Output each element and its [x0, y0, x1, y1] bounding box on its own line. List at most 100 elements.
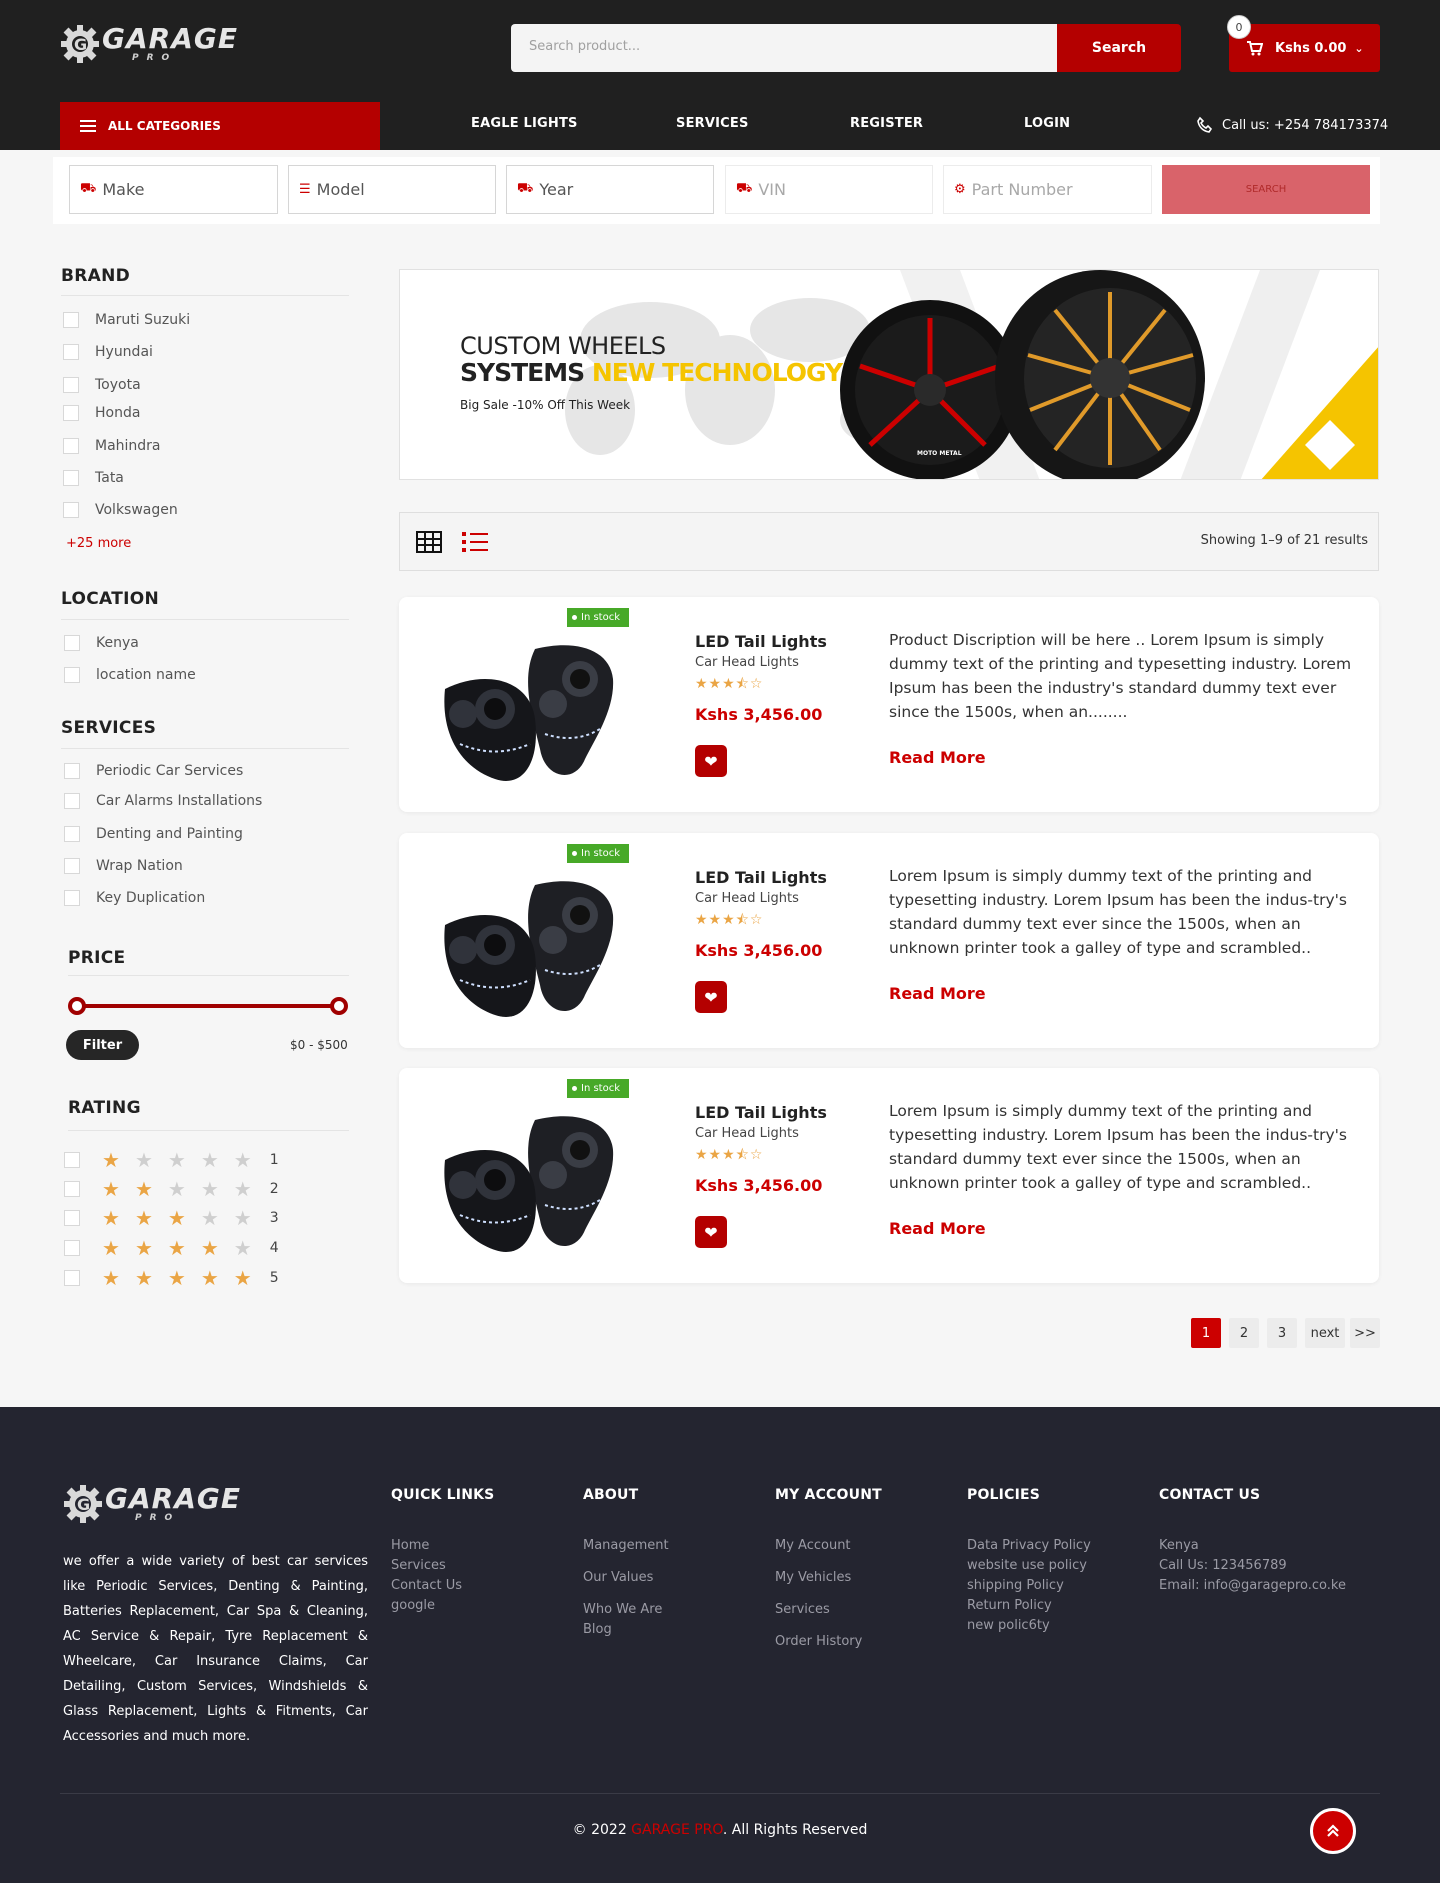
footer-link[interactable]: new polic6ty: [967, 1618, 1050, 1633]
model-select[interactable]: ☰ Model: [288, 165, 496, 214]
search-button[interactable]: Search: [1057, 24, 1181, 72]
checkbox[interactable]: [64, 1152, 80, 1168]
footer-link[interactable]: website use policy: [967, 1558, 1087, 1573]
wishlist-heart-icon[interactable]: ❤: [695, 981, 727, 1013]
page-2-button[interactable]: 2: [1229, 1318, 1259, 1348]
checkbox[interactable]: [64, 858, 80, 874]
product-card[interactable]: In stock LED Tail Lights Car Head Lights…: [399, 833, 1379, 1048]
checkbox[interactable]: [64, 1240, 80, 1256]
scroll-to-top-button[interactable]: [1310, 1808, 1356, 1854]
brand-option[interactable]: Mahindra: [63, 438, 161, 454]
nav-register[interactable]: REGISTER: [850, 116, 923, 131]
checkbox[interactable]: [64, 890, 80, 906]
footer-link[interactable]: Data Privacy Policy: [967, 1538, 1091, 1553]
footer-link[interactable]: Return Policy: [967, 1598, 1052, 1613]
checkbox[interactable]: [64, 1210, 80, 1226]
checkbox[interactable]: [64, 763, 80, 779]
product-title[interactable]: LED Tail Lights: [695, 868, 827, 887]
footer-contact[interactable]: Call Us: 123456789: [1159, 1558, 1287, 1573]
service-option[interactable]: Periodic Car Services: [64, 763, 243, 779]
footer-link[interactable]: google: [391, 1598, 435, 1613]
price-slider-track[interactable]: [77, 1004, 339, 1008]
checkbox[interactable]: [63, 502, 79, 518]
read-more-link[interactable]: Read More: [889, 1219, 986, 1238]
more-brands-link[interactable]: +25 more: [66, 536, 131, 551]
nav-eagle-lights[interactable]: EAGLE LIGHTS: [471, 116, 578, 131]
grid-view-icon[interactable]: [416, 531, 442, 553]
checkbox[interactable]: [64, 635, 80, 651]
checkbox[interactable]: [64, 1181, 80, 1197]
location-option[interactable]: location name: [64, 667, 196, 683]
checkbox[interactable]: [64, 793, 80, 809]
promo-banner[interactable]: CUSTOM WHEELS SYSTEMS NEW TECHNOLOGY Big…: [399, 269, 1379, 480]
search-input[interactable]: Search product...: [511, 24, 1057, 72]
footer-link[interactable]: shipping Policy: [967, 1578, 1064, 1593]
call-us[interactable]: Call us: +254 784173374: [1196, 116, 1388, 134]
brand-option[interactable]: Hyundai: [63, 344, 153, 360]
product-title[interactable]: LED Tail Lights: [695, 1103, 827, 1122]
footer-link[interactable]: Blog: [583, 1622, 612, 1637]
nav-services[interactable]: SERVICES: [676, 116, 749, 131]
checkbox[interactable]: [64, 667, 80, 683]
checkbox[interactable]: [63, 405, 79, 421]
product-title[interactable]: LED Tail Lights: [695, 632, 827, 651]
page-3-button[interactable]: 3: [1267, 1318, 1297, 1348]
site-logo[interactable]: G GARAGE PRO: [60, 24, 238, 64]
rating-option[interactable]: ★ ★ ★ ★ ★ 4: [64, 1238, 279, 1258]
cart-button[interactable]: Kshs 0.00 ⌄: [1229, 24, 1380, 72]
checkbox[interactable]: [63, 312, 79, 328]
footer-link[interactable]: Contact Us: [391, 1578, 462, 1593]
rating-option[interactable]: ★ ★ ★ ★ ★ 1: [64, 1150, 279, 1170]
footer-link[interactable]: Who We Are: [583, 1602, 662, 1617]
brand-option[interactable]: Toyota: [63, 377, 141, 393]
footer-link[interactable]: Home: [391, 1538, 429, 1553]
next-page-button[interactable]: next: [1305, 1318, 1345, 1348]
rating-option[interactable]: ★ ★ ★ ★ ★ 5: [64, 1268, 279, 1288]
brand-option[interactable]: Maruti Suzuki: [63, 312, 190, 328]
service-option[interactable]: Wrap Nation: [64, 858, 183, 874]
make-select[interactable]: ⛟ Make: [69, 165, 278, 214]
all-categories-button[interactable]: ALL CATEGORIES: [60, 102, 380, 150]
checkbox[interactable]: [63, 344, 79, 360]
footer-link[interactable]: Services: [391, 1558, 446, 1573]
price-filter-button[interactable]: Filter: [66, 1030, 139, 1060]
price-slider-min-handle[interactable]: [68, 997, 86, 1015]
checkbox[interactable]: [64, 826, 80, 842]
service-option[interactable]: Car Alarms Installations: [64, 793, 262, 809]
list-view-icon[interactable]: [462, 531, 488, 553]
checkbox[interactable]: [64, 1270, 80, 1286]
vehicle-search-button[interactable]: SEARCH: [1162, 165, 1370, 214]
checkbox[interactable]: [63, 438, 79, 454]
brand-option[interactable]: Tata: [63, 470, 124, 486]
location-option[interactable]: Kenya: [64, 635, 139, 651]
footer-link[interactable]: Order History: [775, 1634, 862, 1649]
footer-contact[interactable]: Email: info@garagepro.co.ke: [1159, 1578, 1346, 1593]
part-number-input[interactable]: ⚙ Part Number: [943, 165, 1152, 214]
footer-link[interactable]: Our Values: [583, 1570, 653, 1585]
product-card[interactable]: In stock LED Tail Lights Car Head Lights…: [399, 597, 1379, 812]
copyright-brand[interactable]: GARAGE PRO: [631, 1822, 723, 1838]
footer-link[interactable]: Services: [775, 1602, 830, 1617]
vin-input[interactable]: ⛟ VIN: [725, 165, 933, 214]
checkbox[interactable]: [63, 470, 79, 486]
brand-option[interactable]: Honda: [63, 405, 140, 421]
footer-link[interactable]: Management: [583, 1538, 669, 1553]
footer-link[interactable]: My Vehicles: [775, 1570, 851, 1585]
read-more-link[interactable]: Read More: [889, 984, 986, 1003]
rating-option[interactable]: ★ ★ ★ ★ ★ 2: [64, 1179, 279, 1199]
wishlist-heart-icon[interactable]: ❤: [695, 1216, 727, 1248]
page-1-button[interactable]: 1: [1191, 1318, 1221, 1348]
wishlist-heart-icon[interactable]: ❤: [695, 745, 727, 777]
read-more-link[interactable]: Read More: [889, 748, 986, 767]
footer-link[interactable]: My Account: [775, 1538, 851, 1553]
footer-logo[interactable]: G GARAGE PRO: [63, 1484, 241, 1524]
rating-option[interactable]: ★ ★ ★ ★ ★ 3: [64, 1208, 279, 1228]
brand-option[interactable]: Volkswagen: [63, 502, 178, 518]
checkbox[interactable]: [63, 377, 79, 393]
service-option[interactable]: Key Duplication: [64, 890, 205, 906]
last-page-button[interactable]: >>: [1350, 1318, 1380, 1348]
price-slider-max-handle[interactable]: [330, 997, 348, 1015]
product-card[interactable]: In stock LED Tail Lights Car Head Lights…: [399, 1068, 1379, 1283]
service-option[interactable]: Denting and Painting: [64, 826, 243, 842]
nav-login[interactable]: LOGIN: [1024, 116, 1070, 131]
